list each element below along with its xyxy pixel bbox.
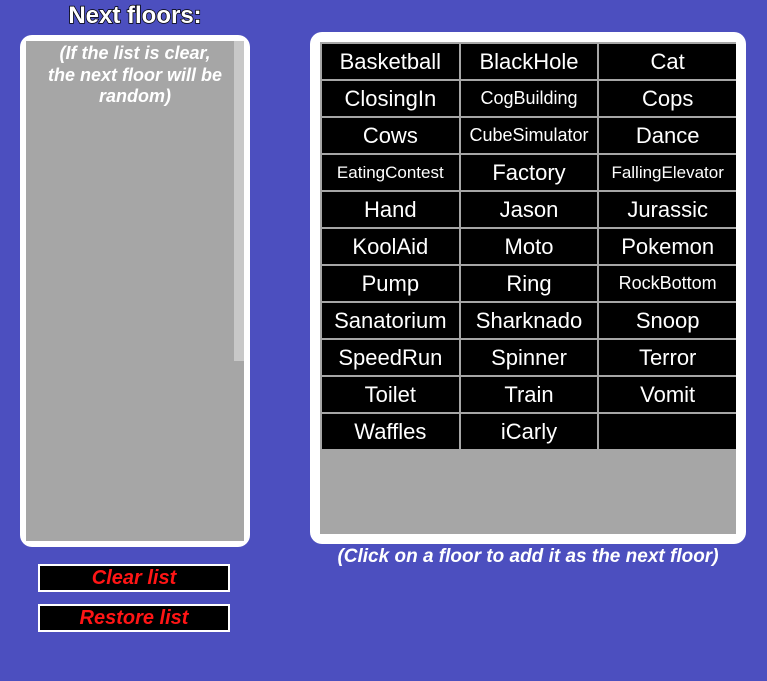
floor-cell-speedrun[interactable]: SpeedRun xyxy=(322,340,459,375)
floors-grid: BasketballBlackHoleCat ClosingInCogBuildi… xyxy=(320,42,736,449)
floor-cell-dance[interactable]: Dance xyxy=(599,118,736,153)
floor-cell-empty xyxy=(599,414,736,449)
queue-hint-line: (If the list is clear, xyxy=(59,43,210,63)
floor-cell-basketball[interactable]: Basketball xyxy=(322,44,459,79)
floor-cell-train[interactable]: Train xyxy=(461,377,598,412)
queue-hint: (If the list is clear, the next floor wi… xyxy=(26,41,244,108)
floor-cell-fallingelevator[interactable]: FallingElevator xyxy=(599,155,736,190)
floor-cell-factory[interactable]: Factory xyxy=(461,155,598,190)
floor-cell-closingin[interactable]: ClosingIn xyxy=(322,81,459,116)
next-floors-title: Next floors: xyxy=(20,2,250,30)
queue-panel: (If the list is clear, the next floor wi… xyxy=(20,35,250,547)
queue-hint-line: the next floor will be xyxy=(48,65,222,85)
floors-hint: (Click on a floor to add it as the next … xyxy=(310,546,746,568)
floor-cell-spinner[interactable]: Spinner xyxy=(461,340,598,375)
floor-cell-vomit[interactable]: Vomit xyxy=(599,377,736,412)
floor-cell-toilet[interactable]: Toilet xyxy=(322,377,459,412)
floor-cell-snoop[interactable]: Snoop xyxy=(599,303,736,338)
floor-cell-ring[interactable]: Ring xyxy=(461,266,598,301)
floor-cell-rockbottom[interactable]: RockBottom xyxy=(599,266,736,301)
floor-cell-moto[interactable]: Moto xyxy=(461,229,598,264)
queue-hint-line: random) xyxy=(99,86,171,106)
floor-cell-cubesimulator[interactable]: CubeSimulator xyxy=(461,118,598,153)
floors-panel: BasketballBlackHoleCat ClosingInCogBuildi… xyxy=(310,32,746,544)
floor-cell-sharknado[interactable]: Sharknado xyxy=(461,303,598,338)
floor-cell-cogbuilding[interactable]: CogBuilding xyxy=(461,81,598,116)
floor-cell-jason[interactable]: Jason xyxy=(461,192,598,227)
clear-list-button[interactable]: Clear list xyxy=(38,564,230,592)
restore-list-button[interactable]: Restore list xyxy=(38,604,230,632)
floor-cell-blackhole[interactable]: BlackHole xyxy=(461,44,598,79)
floor-cell-eatingcontest[interactable]: EatingContest xyxy=(322,155,459,190)
floors-list: BasketballBlackHoleCat ClosingInCogBuildi… xyxy=(320,42,736,534)
floor-cell-waffles[interactable]: Waffles xyxy=(322,414,459,449)
floor-cell-terror[interactable]: Terror xyxy=(599,340,736,375)
floor-cell-icarly[interactable]: iCarly xyxy=(461,414,598,449)
floor-cell-cat[interactable]: Cat xyxy=(599,44,736,79)
floor-cell-cops[interactable]: Cops xyxy=(599,81,736,116)
floor-cell-sanatorium[interactable]: Sanatorium xyxy=(322,303,459,338)
queue-list[interactable]: (If the list is clear, the next floor wi… xyxy=(26,41,244,541)
floor-cell-pump[interactable]: Pump xyxy=(322,266,459,301)
floor-cell-hand[interactable]: Hand xyxy=(322,192,459,227)
queue-scrollbar[interactable] xyxy=(234,41,244,361)
floor-cell-jurassic[interactable]: Jurassic xyxy=(599,192,736,227)
floor-cell-cows[interactable]: Cows xyxy=(322,118,459,153)
floor-cell-pokemon[interactable]: Pokemon xyxy=(599,229,736,264)
floor-cell-koolaid[interactable]: KoolAid xyxy=(322,229,459,264)
